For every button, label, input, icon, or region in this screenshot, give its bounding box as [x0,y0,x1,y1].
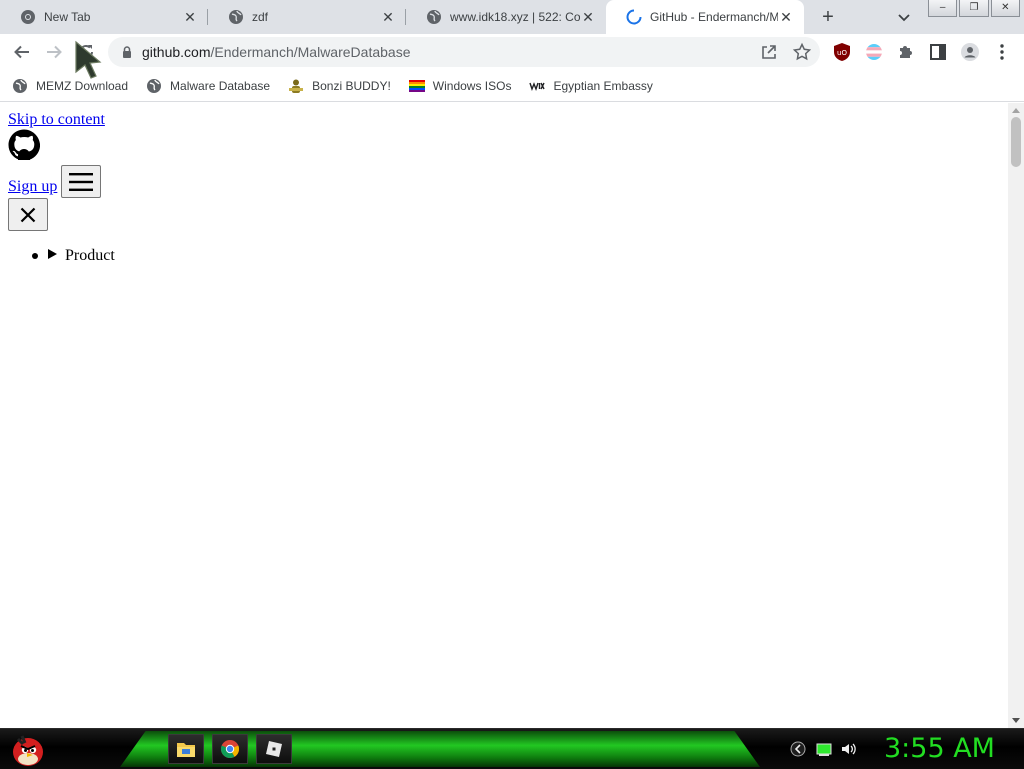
taskbar-file-explorer[interactable] [168,734,204,764]
bookmark-memz[interactable]: MEMZ Download [12,78,128,94]
ublock-icon[interactable]: uO [832,42,852,62]
bookmark-label: Egyptian Embassy [553,78,653,93]
list-bullet [32,253,38,259]
tab-title: New Tab [44,10,91,24]
tab-zdf[interactable]: zdf ✕ [208,0,406,34]
taskbar-clock[interactable]: 3:55 AM [884,732,995,766]
address-bar[interactable]: github.com/Endermanch/MalwareDatabase [108,37,820,67]
tab-strip: New Tab ✕ zdf ✕ www.idk18.xyz | 522: Con… [0,0,1024,34]
back-arrow-icon [14,45,29,59]
bookmark-egyptian-embassy[interactable]: Egyptian Embassy [529,78,653,94]
wix-icon [529,81,546,91]
minimize-button[interactable]: – [928,0,958,17]
vertical-scrollbar[interactable] [1008,103,1024,728]
forward-arrow-icon [47,45,62,59]
taskbar: 3:55 AM [0,728,1024,769]
bookmark-bonzi-buddy[interactable]: Bonzi BUDDY! [288,78,391,94]
back-button[interactable] [8,38,36,66]
browser-toolbar: github.com/Endermanch/MalwareDatabase uO [0,34,1024,70]
globe-icon [427,10,441,24]
puzzle-icon[interactable] [896,42,916,62]
bookmark-label: Bonzi BUDDY! [312,78,391,93]
angry-bird-icon[interactable] [6,730,48,768]
bookmark-windows-isos[interactable]: Windows ISOs [408,78,512,94]
sidepanel-icon[interactable] [928,42,948,62]
star-icon[interactable] [792,42,812,62]
url-domain: github.com [142,44,211,60]
window-controls: – ❐ ✕ [928,0,1020,17]
tab-github[interactable]: GitHub - Endermanch/Ma ✕ [606,0,804,34]
tab-title: GitHub - Endermanch/Ma [650,10,778,24]
disclosure-triangle-icon[interactable] [48,249,57,259]
rainbow-flag-icon [408,79,425,92]
url-path: /Endermanch/MalwareDatabase [210,44,411,60]
taskbar-chrome[interactable] [212,734,248,764]
svg-text:uO: uO [837,49,847,57]
close-window-button[interactable]: ✕ [990,0,1020,17]
tab-title: www.idk18.xyz | 522: Con [450,10,580,24]
chrome-icon [21,10,35,24]
bookmarks-bar: MEMZ Download Malware Database Bonzi BUD… [0,70,1024,102]
url-text[interactable]: github.com/Endermanch/MalwareDatabase [142,44,410,60]
kebab-menu-icon[interactable] [992,42,1012,62]
globe-icon [13,78,27,93]
github-icon[interactable] [8,129,40,161]
share-icon[interactable] [760,43,778,61]
profile-icon[interactable] [960,42,980,62]
globe-icon [229,10,243,24]
bonzi-icon [289,79,304,93]
explorer-icon [177,743,195,757]
cortana-icon[interactable] [790,741,806,757]
tab-close-icon[interactable]: ✕ [778,9,794,25]
scrollbar-thumb[interactable] [1011,117,1021,167]
new-tab-button[interactable]: + [816,5,840,29]
bookmark-label: Windows ISOs [432,78,512,93]
trans-flag-icon[interactable] [864,42,884,62]
tab-close-icon[interactable]: ✕ [580,9,596,25]
tab-idk18[interactable]: www.idk18.xyz | 522: Con ✕ [406,0,606,34]
chevron-down-icon[interactable] [894,7,914,27]
menu-toggle-button[interactable] [61,165,101,198]
sign-up-link[interactable]: Sign up [8,178,57,196]
page-content: Skip to content Sign up Product [0,103,1008,728]
forward-button[interactable] [40,38,68,66]
bookmark-label: Malware Database [170,78,271,93]
loading-icon [626,9,642,25]
close-icon [20,207,36,222]
tab-close-icon[interactable]: ✕ [380,9,396,25]
taskbar-roblox[interactable] [256,734,292,764]
tab-close-icon[interactable]: ✕ [182,9,198,25]
restore-button[interactable]: ❐ [959,0,989,17]
tab-title: zdf [252,10,269,24]
mouse-cursor-icon [75,40,102,79]
tab-new-tab[interactable]: New Tab ✕ [0,0,208,34]
volume-icon[interactable] [840,741,856,757]
skip-to-content-link[interactable]: Skip to content [8,111,105,129]
close-menu-button[interactable] [8,198,48,231]
lock-icon[interactable] [120,45,134,59]
chrome-icon [220,740,240,759]
bookmark-label: MEMZ Download [36,78,129,93]
globe-icon [147,78,162,93]
bookmark-malware-database[interactable]: Malware Database [146,78,270,94]
nav-item-label[interactable]: Product [65,247,115,265]
roblox-icon [266,741,282,757]
battery-icon[interactable] [816,741,832,757]
hamburger-icon [69,172,93,191]
scroll-down-arrow-icon[interactable] [1012,718,1020,723]
scroll-up-arrow-icon[interactable] [1012,108,1020,113]
